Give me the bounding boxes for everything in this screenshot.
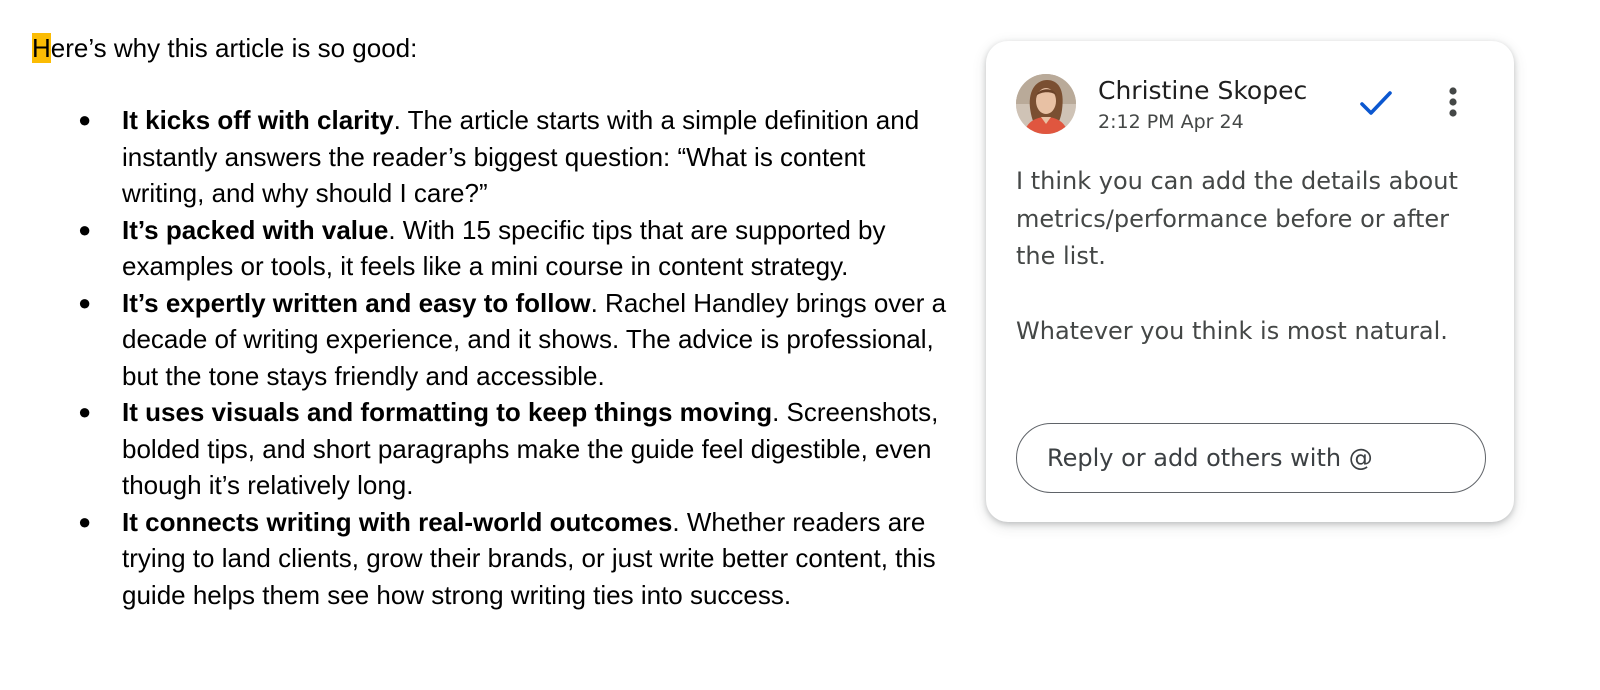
bullet-heading: It connects writing with real-world outc… xyxy=(122,506,673,537)
comment-timestamp: 2:12 PM Apr 24 xyxy=(1098,111,1244,133)
bullet-list: ● It kicks off with clarity. The article… xyxy=(32,102,952,613)
bullet-dot-icon: ● xyxy=(78,107,92,132)
comment-author: Christine Skopec xyxy=(1098,76,1308,105)
cursor-highlight: H xyxy=(32,33,51,63)
bullet-heading: It’s expertly written and easy to follow xyxy=(122,287,591,318)
comment-paragraph: I think you can add the details about me… xyxy=(1016,167,1458,270)
checkmark-icon xyxy=(1360,91,1392,115)
bullet-dot-icon: ● xyxy=(78,216,92,242)
bullet-dot-icon: ● xyxy=(78,399,92,424)
intro-line: Here’s why this article is so good: xyxy=(32,30,952,66)
comment-body: I think you can add the details about me… xyxy=(1016,163,1486,351)
list-item: ● It uses visuals and formatting to keep… xyxy=(32,394,952,504)
document-body: Here’s why this article is so good: ● It… xyxy=(32,30,952,613)
intro-text: ere’s why this article is so good: xyxy=(50,33,418,63)
comment-paragraph: Whatever you think is most natural. xyxy=(1016,317,1448,345)
reply-input[interactable]: Reply or add others with @ xyxy=(1016,423,1486,493)
list-item: ● It’s expertly written and easy to foll… xyxy=(32,285,952,395)
avatar[interactable] xyxy=(1016,74,1076,134)
bullet-dot-icon: ● xyxy=(78,289,92,315)
resolve-button[interactable] xyxy=(1356,85,1396,121)
bullet-dot-icon: ● xyxy=(78,508,92,534)
list-item: ● It kicks off with clarity. The article… xyxy=(32,102,952,212)
avatar-image xyxy=(1016,74,1076,134)
bullet-heading: It’s packed with value xyxy=(122,214,389,245)
more-vert-icon xyxy=(1449,87,1457,117)
more-options-button[interactable] xyxy=(1438,85,1468,121)
bullet-heading: It kicks off with clarity xyxy=(122,105,394,135)
reply-placeholder: Reply or add others with @ xyxy=(1047,444,1373,472)
bullet-heading: It uses visuals and formatting to keep t… xyxy=(122,397,773,427)
comment-card[interactable]: Christine Skopec 2:12 PM Apr 24 I think … xyxy=(986,41,1514,522)
list-item: ● It connects writing with real-world ou… xyxy=(32,504,952,614)
list-item: ● It’s packed with value. With 15 specif… xyxy=(32,212,952,285)
